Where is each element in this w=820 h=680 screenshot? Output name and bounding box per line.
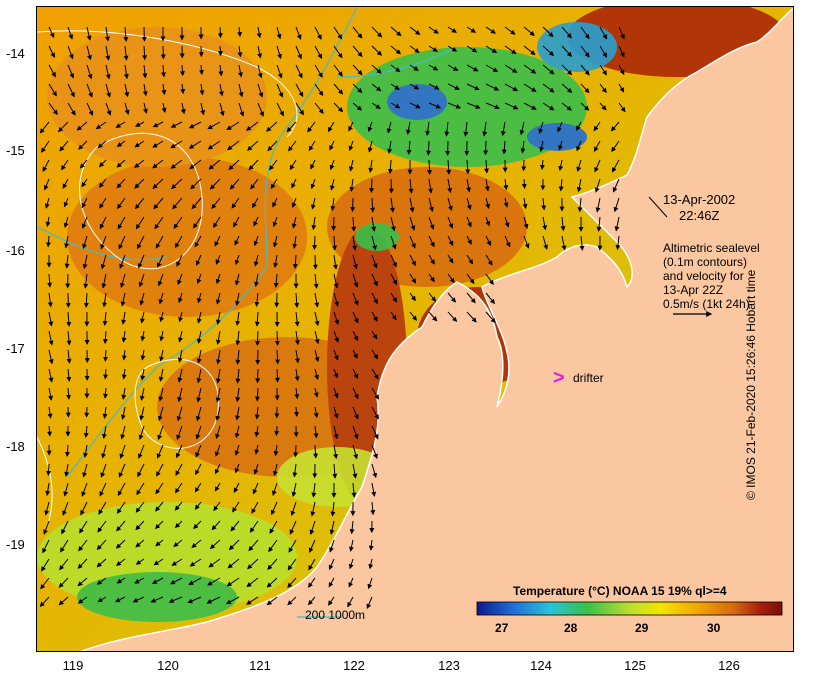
x-tick-label: 121 <box>249 658 271 673</box>
depth-legend-label: 200 1000m <box>305 608 366 622</box>
y-tick-label: -16 <box>6 243 25 258</box>
y-tick-label: -15 <box>6 143 25 158</box>
altimetry-label: and velocity for <box>663 269 744 283</box>
colorbar-title: Temperature (°C) NOAA 15 19% ql>=4 <box>513 584 727 598</box>
date-label: 13-Apr-2002 <box>663 192 736 207</box>
velocity-arrow-icon <box>369 178 375 194</box>
velocity-arrow-icon <box>274 425 280 436</box>
colorbar-tick: 28 <box>564 621 578 635</box>
colorbar <box>476 601 783 616</box>
y-tick-label: -17 <box>6 341 25 356</box>
credit-text: © IMOS 21-Feb-2020 15:26:46 Hobart time <box>743 269 758 500</box>
y-tick-label: -14 <box>6 46 25 61</box>
x-tick-label: 119 <box>62 658 84 673</box>
velocity-arrow-icon <box>427 159 432 175</box>
altimetry-label: 13-Apr 22Z <box>663 283 724 297</box>
velocity-arrow-icon <box>179 64 185 77</box>
velocity-arrow-icon <box>46 463 52 476</box>
sst-map: > <box>37 7 793 651</box>
velocity-arrow-icon <box>103 349 109 362</box>
velocity-arrow-icon <box>388 178 394 194</box>
velocity-arrow-icon <box>274 368 280 383</box>
colorbar-tick: 30 <box>707 621 721 635</box>
x-tick-label: 124 <box>530 658 552 673</box>
altimetry-label: Altimetric sealevel <box>663 241 760 255</box>
velocity-arrow-icon <box>312 235 318 251</box>
colorbar-tick: 29 <box>635 621 649 635</box>
time-label: 22:46Z <box>679 208 720 223</box>
x-tick-label: 120 <box>157 658 179 673</box>
velocity-arrow-icon <box>217 26 223 39</box>
velocity-arrow-icon <box>312 254 318 270</box>
altimetry-label: 0.5m/s (1kt 24h) <box>663 297 750 311</box>
y-tick-label: -19 <box>6 537 25 552</box>
x-tick-label: 125 <box>624 658 646 673</box>
velocity-arrow-icon <box>217 45 223 57</box>
x-tick-label: 122 <box>343 658 365 673</box>
velocity-arrow-icon <box>426 140 432 156</box>
velocity-arrow-icon <box>331 216 337 232</box>
velocity-arrow-icon <box>483 140 489 156</box>
colorbar-tick: 27 <box>495 621 509 635</box>
x-tick-label: 126 <box>718 658 740 673</box>
velocity-arrow-icon <box>84 406 90 418</box>
velocity-arrow-icon <box>255 368 261 384</box>
velocity-arrow-icon <box>521 178 527 189</box>
velocity-arrow-icon <box>103 368 109 380</box>
altimetry-label: (0.1m contours) <box>663 255 748 269</box>
velocity-arrow-icon <box>255 330 261 346</box>
map-panel: > 13-Apr-2002 22:46Z Altimetric sealevel… <box>36 6 794 652</box>
velocity-arrow-icon <box>350 197 356 213</box>
velocity-arrow-icon <box>274 330 280 346</box>
x-tick-label: 123 <box>438 658 460 673</box>
drifter-icon: > <box>553 367 565 389</box>
velocity-arrow-icon <box>293 444 299 458</box>
y-tick-label: -18 <box>6 439 25 454</box>
drifter-label: drifter <box>573 371 604 385</box>
